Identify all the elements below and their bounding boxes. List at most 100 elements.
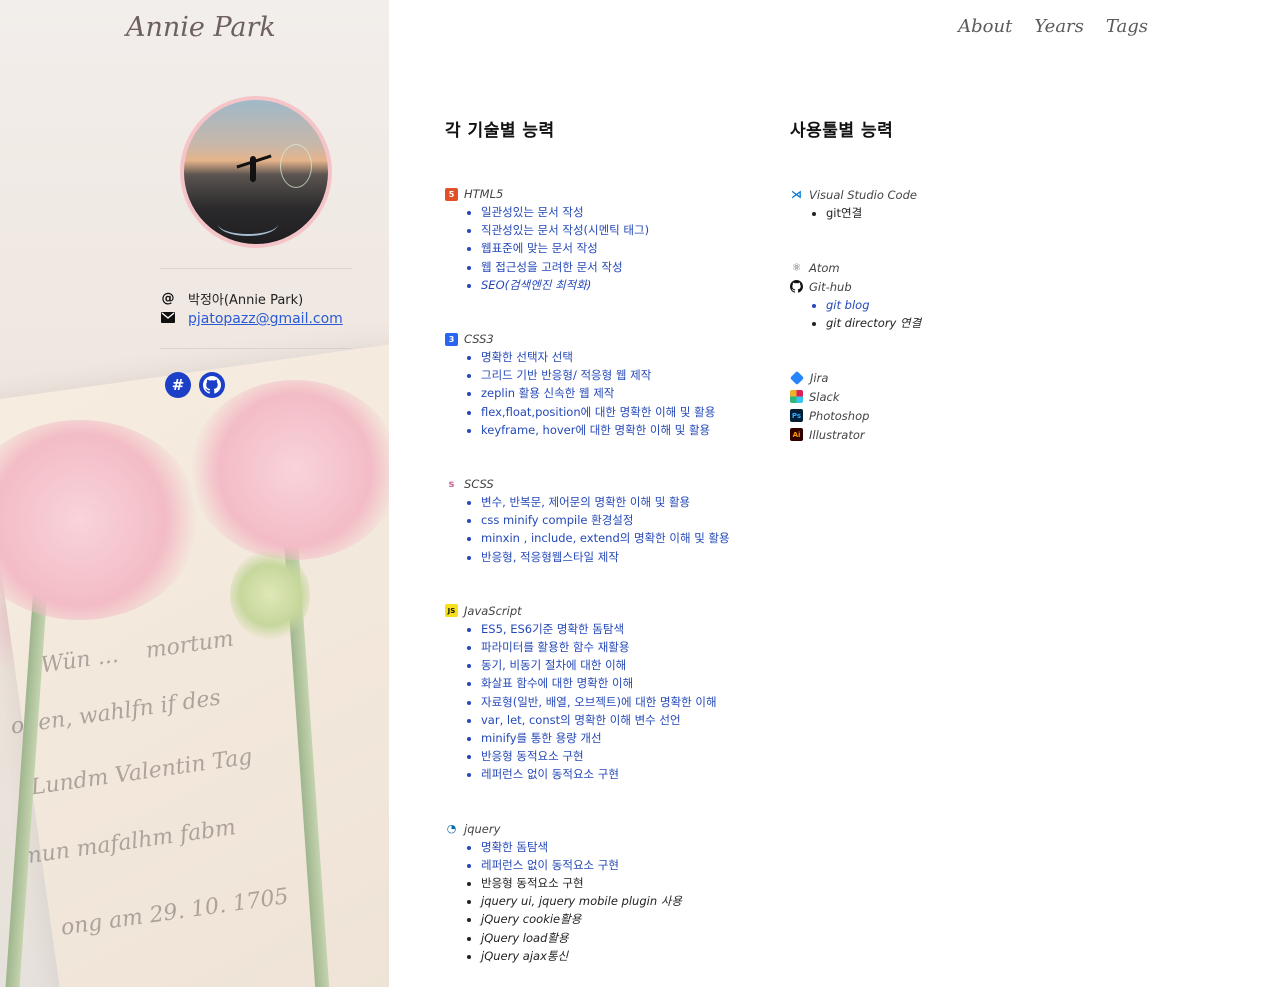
skill-list: 변수, 반복문, 제어문의 명확한 이해 및 활용 css minify com…: [445, 493, 775, 566]
tool-name: Slack: [809, 389, 840, 404]
photoshop-icon: Ps: [790, 409, 803, 422]
tool-item: ⋊ Visual Studio Code: [790, 185, 1030, 204]
tool-group-others: Jira Slack Ps Photoshop Ai Illustrator: [789, 368, 1030, 444]
tools-heading: 사용툴별 능력: [790, 121, 894, 141]
list-item: 반응형 동적요소 구현: [481, 747, 775, 765]
list-item: css minify compile 환경설정: [481, 511, 775, 529]
list-item: 반응형, 적응형웹스타일 제작: [481, 548, 775, 566]
nav-about[interactable]: About: [958, 16, 1012, 37]
list-item: 웹표준에 맞는 문서 작성: [481, 239, 775, 257]
skill-group-scss: ꜱ SCSS 변수, 반복문, 제어문의 명확한 이해 및 활용 css min…: [445, 475, 775, 566]
list-item: 변수, 반복문, 제어문의 명확한 이해 및 활용: [481, 493, 775, 511]
skill-group-header: JS JavaScript: [445, 602, 775, 620]
list-item: minify를 통한 용량 개선: [481, 729, 775, 747]
list-item: git연결: [826, 204, 1030, 222]
list-item: git directory 연결: [826, 314, 1030, 332]
tool-item: ⚛ Atom: [790, 258, 1030, 277]
jquery-icon: ◔: [445, 822, 458, 836]
css3-icon: 3: [445, 332, 458, 346]
sass-icon: ꜱ: [445, 477, 458, 491]
divider: [160, 348, 352, 349]
profile-email-link[interactable]: pjatopazz@gmail.com: [188, 311, 343, 327]
slack-icon[interactable]: #: [165, 372, 191, 398]
github-icon[interactable]: [199, 372, 225, 398]
html5-icon: 5: [445, 187, 458, 201]
skill-group-jquery: ◔ jquery 명확한 돔탐색 레퍼런스 없이 동적요소 구현 반응형 동적요…: [445, 820, 775, 965]
list-item: 파라미터를 활용한 함수 재활용: [481, 638, 775, 656]
flower-bud: [230, 550, 310, 640]
skill-group-title: HTML5: [464, 187, 504, 201]
atom-icon: ⚛: [790, 261, 803, 274]
skills-section: 각 기술별 능력 5 HTML5 일관성있는 문서 작성 직관성있는 문서 작성…: [445, 116, 775, 965]
profile-name: 박정아(Annie Park): [188, 293, 304, 308]
skill-group-javascript: JS JavaScript ES5, ES6기준 명확한 돔탐색 파라미터를 활…: [445, 602, 775, 784]
list-item: ES5, ES6기준 명확한 돔탐색: [481, 620, 775, 638]
avatar: [180, 96, 332, 248]
envelope-icon: [160, 311, 176, 327]
list-item: flex,float,position에 대한 명확한 이해 및 활용: [481, 403, 775, 421]
nav-tags[interactable]: Tags: [1106, 16, 1148, 37]
illustrator-icon: Ai: [790, 428, 803, 441]
skills-heading: 각 기술별 능력: [445, 121, 555, 141]
skill-group-title: SCSS: [464, 477, 494, 492]
skill-list: 일관성있는 문서 작성 직관성있는 문서 작성(시멘틱 태그) 웹표준에 맞는 …: [445, 203, 775, 294]
tool-name: Git-hub: [809, 279, 852, 294]
list-item: keyframe, hover에 대한 명확한 이해 및 활용: [481, 421, 775, 439]
github-icon: [790, 280, 803, 293]
list-item: var, let, const의 명확한 이해 변수 선언: [481, 711, 775, 729]
social-links: #: [165, 372, 225, 398]
list-item: 화살표 함수에 대한 명확한 이해: [481, 674, 775, 692]
nav-years[interactable]: Years: [1034, 16, 1084, 37]
sidebar: Wün ... mortum onen, wahlfn if des Lundm…: [0, 0, 389, 987]
skill-group-header: 3 CSS3: [445, 330, 775, 348]
skill-group-title: CSS3: [464, 332, 494, 347]
flower-petals: [190, 380, 389, 560]
skill-group-title: jquery: [464, 821, 501, 836]
list-item: 직관성있는 문서 작성(시멘틱 태그): [481, 221, 775, 239]
profile-email-row: pjatopazz@gmail.com: [160, 311, 343, 327]
list-item: jQuery cookie활용: [481, 910, 775, 928]
list-item: 반응형 동적요소 구현: [481, 874, 775, 892]
site-title[interactable]: Annie Park: [126, 12, 276, 43]
top-nav: About Years Tags: [958, 16, 1148, 37]
skill-group-header: 5 HTML5: [445, 185, 775, 203]
tool-name: Illustrator: [809, 427, 865, 442]
skill-group-html5: 5 HTML5 일관성있는 문서 작성 직관성있는 문서 작성(시멘틱 태그) …: [445, 185, 775, 294]
list-item: 명확한 돔탐색: [481, 838, 775, 856]
tools-section: 사용툴별 능력 ⋊ Visual Studio Code git연결 ⚛ Ato…: [789, 116, 1030, 444]
tool-name: Jira: [810, 370, 829, 385]
vscode-icon: ⋊: [790, 188, 803, 201]
profile-name-row: @ 박정아(Annie Park): [160, 289, 304, 308]
tool-item: Ai Illustrator: [790, 425, 1030, 444]
list-item: 명확한 선택자 선택: [481, 348, 775, 366]
list-item: jQuery ajax통신: [481, 947, 775, 965]
skill-group-css3: 3 CSS3 명확한 선택자 선택 그리드 기반 반응형/ 적응형 웹 제작 z…: [445, 330, 775, 439]
list-item: 웹 접근성을 고려한 문서 작성: [481, 258, 775, 276]
tool-group-vscode: ⋊ Visual Studio Code git연결: [790, 185, 1030, 222]
list-item: SEO(검색엔진 최적화): [481, 276, 775, 294]
tool-name: Visual Studio Code: [809, 187, 917, 202]
list-item: jQuery load활용: [481, 929, 775, 947]
tool-item: Ps Photoshop: [790, 406, 1030, 425]
tool-item: Slack: [790, 387, 1030, 406]
skill-group-header: ◔ jquery: [445, 820, 775, 838]
tool-sublist: git연결: [790, 204, 1030, 222]
tool-sublist: git blog git directory 연결: [790, 296, 1030, 332]
javascript-icon: JS: [445, 604, 458, 618]
skill-group-title: JavaScript: [464, 603, 522, 618]
tool-group-atom-github: ⚛ Atom Git-hub git blog git directory 연결: [790, 258, 1030, 332]
list-item: zeplin 활용 신속한 웹 제작: [481, 384, 775, 402]
list-item: 자료형(일반, 배열, 오브젝트)에 대한 명확한 이해: [481, 693, 775, 711]
list-item: minxin , include, extend의 명확한 이해 및 활용: [481, 529, 775, 547]
skill-list: 명확한 선택자 선택 그리드 기반 반응형/ 적응형 웹 제작 zeplin 활…: [445, 348, 775, 439]
skill-list: 명확한 돔탐색 레퍼런스 없이 동적요소 구현 반응형 동적요소 구현 jque…: [445, 838, 775, 965]
list-item: 동기, 비동기 절차에 대한 이해: [481, 656, 775, 674]
list-item: 레퍼런스 없이 동적요소 구현: [481, 765, 775, 783]
skill-list: ES5, ES6기준 명확한 돔탐색 파라미터를 활용한 함수 재활용 동기, …: [445, 620, 775, 784]
jira-icon: [789, 370, 805, 385]
tool-item: Git-hub: [790, 277, 1030, 296]
divider: [160, 268, 352, 269]
list-item: git blog: [826, 296, 1030, 314]
list-item: jquery ui, jquery mobile plugin 사용: [481, 892, 775, 910]
tool-name: Photoshop: [809, 408, 870, 423]
